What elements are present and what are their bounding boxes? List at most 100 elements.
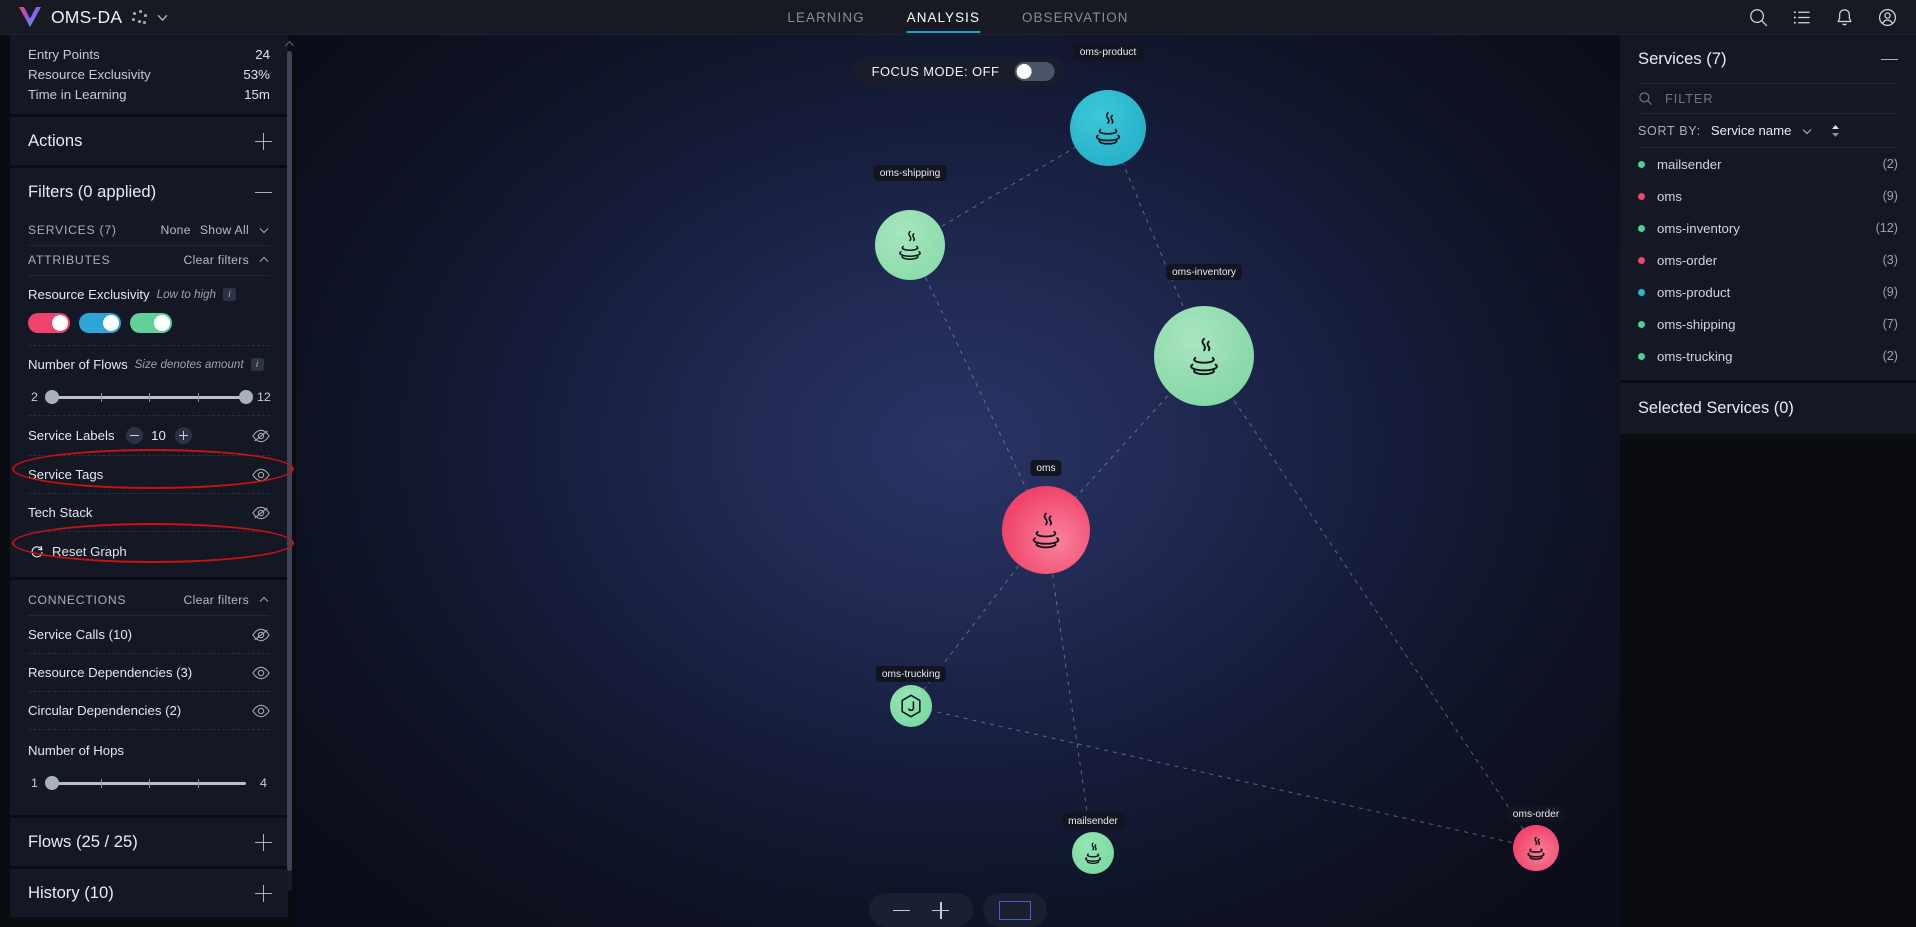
stat-label: Entry Points bbox=[28, 46, 100, 62]
chevron-down-icon[interactable] bbox=[258, 224, 270, 236]
graph-node-oms[interactable]: oms bbox=[970, 454, 1122, 606]
connections-header[interactable]: CONNECTIONS Clear filters bbox=[28, 586, 270, 616]
slider-knob-min[interactable] bbox=[45, 390, 59, 404]
node-bubble[interactable] bbox=[1154, 306, 1254, 406]
toggle-exclusivity-high[interactable] bbox=[130, 313, 172, 333]
graph-node-oms-shipping[interactable]: oms-shipping bbox=[834, 165, 986, 321]
node-bubble[interactable] bbox=[875, 210, 945, 280]
history-header[interactable]: History (10) bbox=[10, 869, 288, 917]
eye-icon[interactable] bbox=[252, 666, 270, 680]
chevron-down-icon[interactable] bbox=[1801, 125, 1813, 137]
minus-icon[interactable] bbox=[125, 427, 143, 444]
sidebar-scrollbar[interactable] bbox=[287, 51, 292, 891]
chevron-up-icon[interactable] bbox=[258, 254, 270, 266]
toggle-exclusivity-medium[interactable] bbox=[79, 313, 121, 333]
service-list-item-oms-product[interactable]: oms-product (9) bbox=[1638, 276, 1898, 308]
search-icon[interactable] bbox=[1748, 7, 1769, 28]
service-list-item-oms-order[interactable]: oms-order (3) bbox=[1638, 244, 1898, 276]
service-list-item-mailsender[interactable]: mailsender (2) bbox=[1638, 148, 1898, 180]
chevron-down-icon[interactable] bbox=[156, 11, 169, 24]
bell-icon[interactable] bbox=[1834, 7, 1855, 28]
connections-clear-filters-link[interactable]: Clear filters bbox=[183, 593, 249, 607]
node-bubble[interactable] bbox=[1002, 486, 1090, 574]
services-panel-header[interactable]: Services (7) bbox=[1620, 35, 1916, 83]
graph-node-mailsender[interactable]: mailsender bbox=[1037, 797, 1149, 909]
brand[interactable]: OMS-DA bbox=[0, 6, 169, 28]
plus-icon[interactable] bbox=[174, 427, 192, 444]
graph-canvas[interactable]: FOCUS MODE: OFF oms-product oms-shipping… bbox=[296, 35, 1620, 927]
tab-observation[interactable]: OBSERVATION bbox=[1022, 0, 1129, 35]
minus-icon[interactable] bbox=[1881, 51, 1898, 68]
service-list-item-oms-trucking[interactable]: oms-trucking (2) bbox=[1638, 340, 1898, 380]
slider-knob-max[interactable] bbox=[239, 390, 253, 404]
status-dot bbox=[1638, 320, 1645, 328]
node-bubble[interactable] bbox=[1072, 832, 1114, 874]
plus-icon[interactable] bbox=[255, 884, 272, 902]
graph-node-oms-inventory[interactable]: oms-inventory bbox=[1118, 264, 1290, 442]
connection-row-circular-dependencies[interactable]: Circular Dependencies (2) bbox=[28, 692, 270, 729]
slider-track[interactable] bbox=[45, 776, 246, 790]
service-list-item-oms[interactable]: oms (9) bbox=[1638, 180, 1898, 212]
graph-node-oms-trucking[interactable]: oms-trucking bbox=[855, 650, 967, 762]
status-dot bbox=[1638, 192, 1645, 200]
node-bubble[interactable] bbox=[1070, 90, 1146, 166]
plus-icon[interactable] bbox=[255, 132, 272, 150]
slider-track[interactable] bbox=[45, 390, 253, 404]
filters-header[interactable]: Filters (0 applied) bbox=[10, 168, 288, 216]
services-filter-input[interactable] bbox=[1665, 91, 1898, 106]
connection-row-resource-dependencies[interactable]: Resource Dependencies (3) bbox=[28, 654, 270, 691]
fit-to-screen-button[interactable] bbox=[983, 893, 1047, 927]
account-icon[interactable] bbox=[1877, 7, 1898, 28]
zoom-out-button[interactable] bbox=[893, 902, 910, 919]
eye-icon[interactable] bbox=[252, 468, 270, 482]
service-list-item-oms-inventory[interactable]: oms-inventory (12) bbox=[1638, 212, 1898, 244]
graph-node-oms-order[interactable]: oms-order bbox=[1480, 792, 1592, 904]
drag-handle-icon[interactable] bbox=[131, 9, 147, 25]
service-name: oms-product bbox=[1657, 284, 1731, 300]
tab-learning[interactable]: LEARNING bbox=[787, 0, 864, 35]
nav-tabs: LEARNING ANALYSIS OBSERVATION bbox=[787, 0, 1128, 35]
sidebar-scrollbar-thumb[interactable] bbox=[287, 51, 292, 871]
reset-graph-button[interactable]: Reset Graph bbox=[28, 532, 270, 563]
service-list-item-oms-shipping[interactable]: oms-shipping (7) bbox=[1638, 308, 1898, 340]
selected-services-title: Selected Services (0) bbox=[1638, 398, 1794, 417]
number-of-flows-slider[interactable]: 2 12 bbox=[28, 381, 271, 415]
node-bubble[interactable] bbox=[1513, 825, 1559, 871]
services-filter-box[interactable] bbox=[1638, 83, 1898, 114]
info-icon[interactable]: i bbox=[250, 358, 264, 371]
connection-row-service-calls[interactable]: Service Calls (10) bbox=[28, 616, 270, 653]
stat-label: Time in Learning bbox=[28, 86, 127, 102]
eye-off-icon[interactable] bbox=[252, 429, 270, 443]
eye-off-icon[interactable] bbox=[252, 628, 270, 642]
focus-mode-toggle[interactable]: FOCUS MODE: OFF bbox=[852, 57, 1064, 86]
sort-by-value[interactable]: Service name bbox=[1711, 123, 1792, 138]
minus-icon[interactable] bbox=[255, 184, 272, 201]
services-sort-row[interactable]: SORT BY: Service name bbox=[1638, 114, 1898, 148]
toggle-exclusivity-low[interactable] bbox=[28, 313, 70, 333]
slider-knob[interactable] bbox=[45, 776, 59, 790]
filter-row-service-labels[interactable]: Service Labels 10 bbox=[28, 416, 270, 455]
resource-exclusivity-title: Resource Exclusivity Low to high i bbox=[28, 276, 270, 311]
info-icon[interactable]: i bbox=[222, 288, 236, 301]
eye-off-icon[interactable] bbox=[252, 506, 270, 520]
filter-row-tech-stack[interactable]: Tech Stack bbox=[28, 494, 270, 531]
filter-services-row[interactable]: SERVICES (7) None Show All bbox=[28, 216, 270, 246]
list-icon[interactable] bbox=[1791, 7, 1812, 28]
flows-header[interactable]: Flows (25 / 25) bbox=[10, 818, 288, 866]
services-none-link[interactable]: None bbox=[161, 223, 191, 237]
filter-row-service-tags[interactable]: Service Tags bbox=[28, 456, 270, 493]
plus-icon[interactable] bbox=[255, 833, 272, 851]
number-of-hops-slider[interactable]: 1 4 bbox=[28, 767, 270, 801]
focus-mode-switch[interactable] bbox=[1014, 62, 1055, 81]
services-show-all-link[interactable]: Show All bbox=[200, 223, 249, 237]
filter-attributes-row[interactable]: ATTRIBUTES Clear filters bbox=[28, 246, 270, 276]
scroll-up-arrow-icon[interactable] bbox=[284, 39, 295, 49]
zoom-in-button[interactable] bbox=[932, 901, 949, 919]
chevron-up-icon[interactable] bbox=[258, 594, 270, 606]
node-bubble[interactable] bbox=[890, 685, 932, 727]
actions-header[interactable]: Actions bbox=[10, 117, 288, 165]
attributes-clear-filters-link[interactable]: Clear filters bbox=[183, 253, 249, 267]
eye-icon[interactable] bbox=[252, 704, 270, 718]
tab-analysis[interactable]: ANALYSIS bbox=[906, 0, 981, 35]
sort-order-icon[interactable] bbox=[1830, 124, 1841, 138]
